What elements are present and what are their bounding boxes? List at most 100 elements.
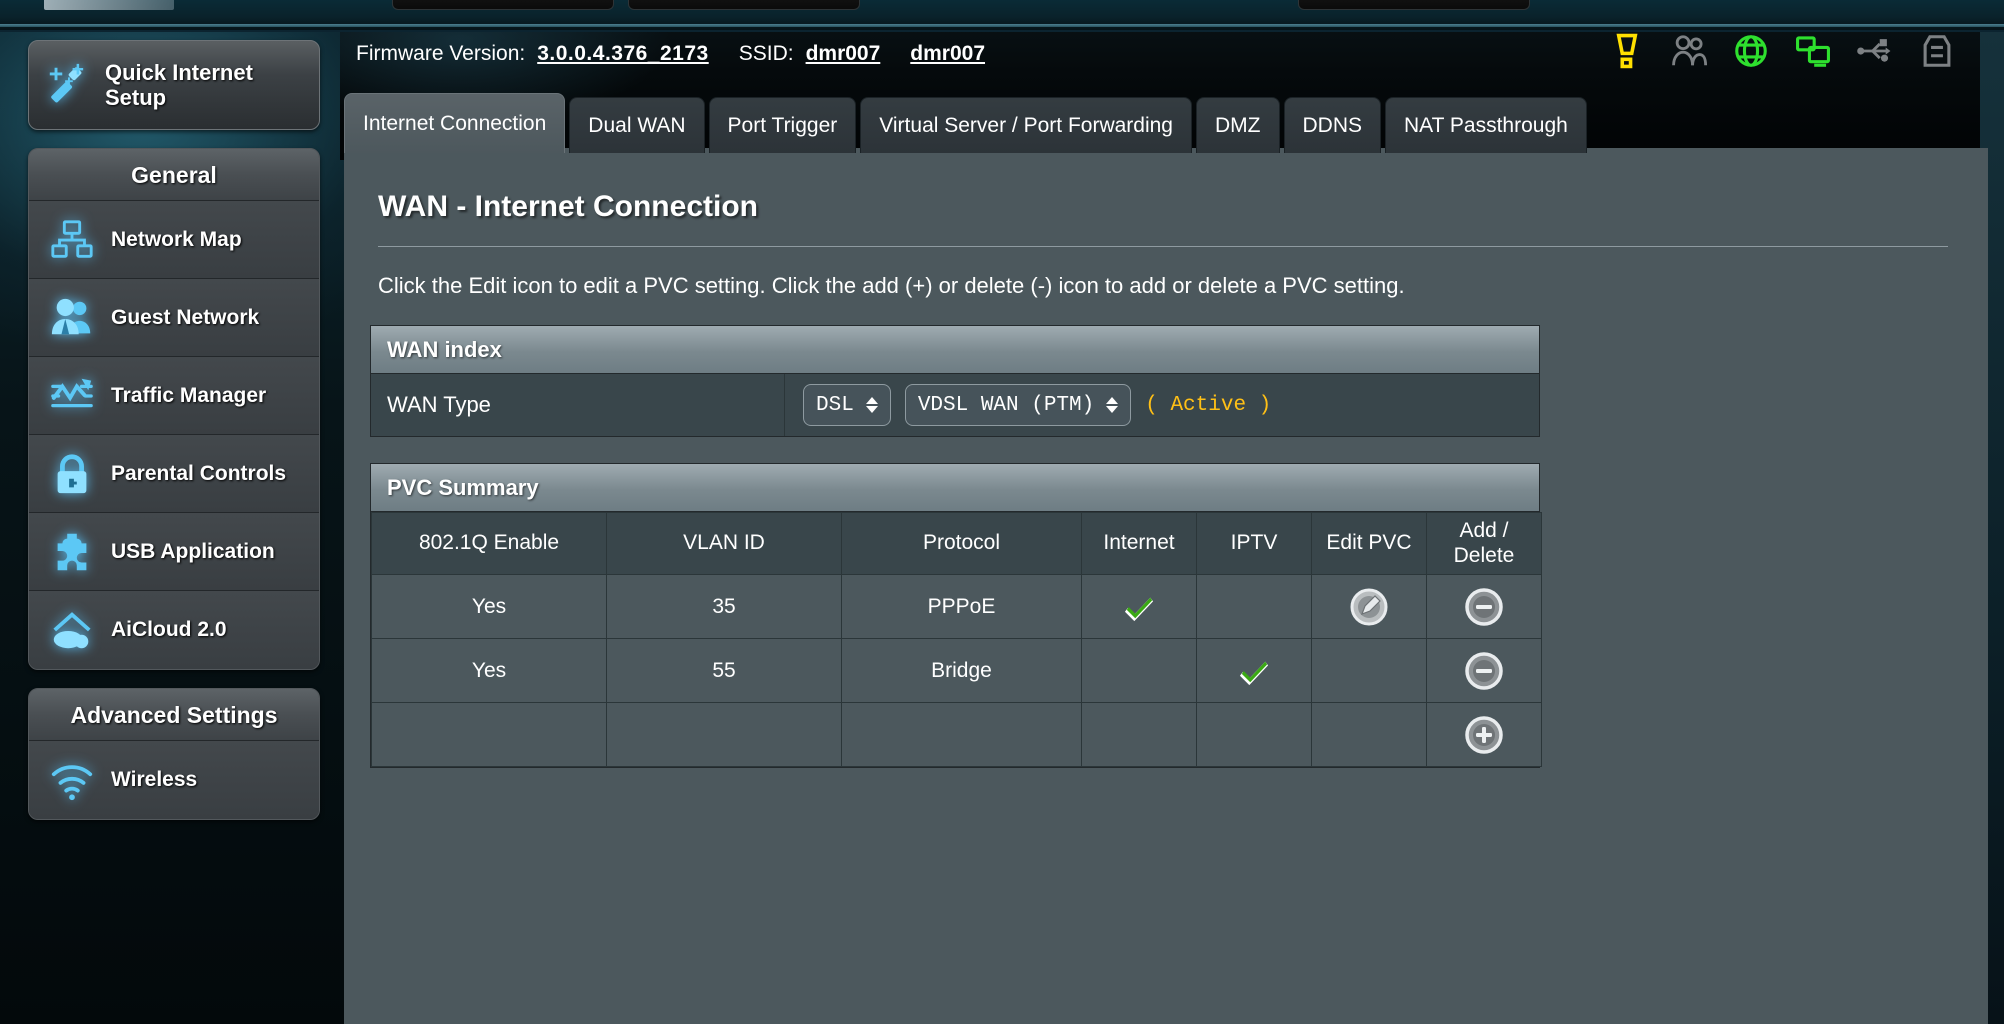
chevron-updown-icon bbox=[865, 397, 878, 413]
sidebar-item-usb-application[interactable]: USB Application bbox=[29, 513, 319, 591]
pvc-summary-section-title: PVC Summary bbox=[371, 464, 1539, 512]
status-icon-bar bbox=[1608, 32, 1956, 70]
cell-vlan-id bbox=[606, 702, 842, 767]
cell-internet bbox=[1081, 574, 1197, 639]
network-map-icon bbox=[51, 219, 93, 258]
sidebar-item-label: USB Application bbox=[111, 539, 275, 563]
padlock-icon bbox=[57, 453, 87, 493]
cell-iptv bbox=[1196, 638, 1312, 703]
top-accent-line bbox=[0, 24, 2004, 27]
sidebar-item-aicloud[interactable]: AiCloud 2.0 bbox=[29, 591, 319, 669]
tab-dual-wan[interactable]: Dual WAN bbox=[569, 97, 705, 153]
tab-ddns[interactable]: DDNS bbox=[1283, 97, 1382, 153]
printer-icon[interactable] bbox=[1918, 32, 1956, 70]
check-icon bbox=[1124, 597, 1154, 621]
pvc-table: 802.1Q Enable VLAN ID Protocol Internet … bbox=[371, 512, 1542, 767]
sidebar: Quick Internet Setup General Network Map bbox=[28, 40, 320, 820]
brand-logo-partial bbox=[44, 0, 174, 10]
sidebar-item-guest-network[interactable]: Guest Network bbox=[29, 279, 319, 357]
usb-icon[interactable] bbox=[1856, 32, 1894, 70]
sidebar-item-label: Guest Network bbox=[111, 305, 260, 329]
page-title: WAN - Internet Connection bbox=[378, 190, 758, 223]
main-content-panel: WAN - Internet Connection Click the Edit… bbox=[344, 148, 1988, 1024]
cell-8021q bbox=[371, 702, 607, 767]
clients-icon[interactable] bbox=[1794, 32, 1832, 70]
cell-protocol: Bridge bbox=[841, 638, 1082, 703]
pvc-table-body: Yes 35 PPPoE Yes 55 Bridge bbox=[371, 574, 1542, 767]
sidebar-group-advanced: Advanced Settings Wireless bbox=[28, 688, 320, 820]
tab-virtual-server-port-forwarding[interactable]: Virtual Server / Port Forwarding bbox=[860, 97, 1192, 153]
delete-pvc-icon[interactable] bbox=[1464, 651, 1504, 691]
column-header-add-delete: Add / Delete bbox=[1426, 512, 1542, 575]
ssid-value-5ghz[interactable]: dmr007 bbox=[910, 42, 985, 66]
magic-wand-icon bbox=[49, 63, 84, 103]
wan-mode-select-value: VDSL WAN (PTM) bbox=[917, 393, 1095, 417]
router-admin-page: Quick Internet Setup General Network Map bbox=[0, 0, 2004, 1024]
traffic-chart-icon bbox=[51, 378, 93, 407]
quick-internet-setup-label: Quick Internet Setup bbox=[105, 59, 253, 110]
cell-vlan-id: 35 bbox=[606, 574, 842, 639]
sidebar-item-label: Parental Controls bbox=[111, 461, 287, 485]
sidebar-group-advanced-title: Advanced Settings bbox=[29, 689, 319, 741]
sidebar-item-parental-controls[interactable]: Parental Controls bbox=[29, 435, 319, 513]
header-box-1-partial bbox=[392, 0, 614, 10]
delete-pvc-icon[interactable] bbox=[1464, 587, 1504, 627]
wan-type-label: WAN Type bbox=[371, 374, 785, 436]
wan-type-select-value: DSL bbox=[816, 393, 854, 417]
check-icon bbox=[1239, 661, 1269, 685]
wan-index-section-title: WAN index bbox=[371, 326, 1539, 374]
add-pvc-icon[interactable] bbox=[1464, 715, 1504, 755]
internet-globe-icon[interactable] bbox=[1732, 32, 1770, 70]
cell-edit-pvc bbox=[1311, 638, 1427, 703]
firmware-version-value[interactable]: 3.0.0.4.376_2173 bbox=[537, 42, 709, 66]
header-box-3-partial bbox=[1298, 0, 1530, 10]
sidebar-item-label: Wireless bbox=[111, 768, 198, 791]
cell-add-delete[interactable] bbox=[1426, 702, 1542, 767]
tab-port-trigger[interactable]: Port Trigger bbox=[708, 97, 857, 153]
wifi-icon bbox=[51, 765, 93, 801]
cell-add-delete[interactable] bbox=[1426, 638, 1542, 703]
cloud-house-icon bbox=[53, 612, 91, 649]
sidebar-group-general: General Network Map Guest Network Traffi… bbox=[28, 148, 320, 670]
ssid-value-2ghz[interactable]: dmr007 bbox=[806, 42, 881, 66]
guest-users-icon bbox=[51, 298, 91, 334]
ssid-label: SSID: bbox=[738, 42, 794, 65]
alert-icon[interactable] bbox=[1608, 32, 1646, 70]
sidebar-item-quick-internet-setup[interactable]: Quick Internet Setup bbox=[28, 40, 320, 130]
column-header-internet: Internet bbox=[1081, 512, 1197, 575]
column-header-protocol: Protocol bbox=[841, 512, 1082, 575]
cell-edit-pvc[interactable] bbox=[1311, 574, 1427, 639]
page-description: Click the Edit icon to edit a PVC settin… bbox=[378, 273, 1405, 298]
pvc-summary-table: PVC Summary 802.1Q Enable VLAN ID Protoc… bbox=[370, 463, 1542, 768]
tab-dmz[interactable]: DMZ bbox=[1196, 97, 1280, 153]
wan-type-select[interactable]: DSL bbox=[803, 384, 891, 426]
sidebar-item-wireless[interactable]: Wireless bbox=[29, 741, 319, 819]
sidebar-item-traffic-manager[interactable]: Traffic Manager bbox=[29, 357, 319, 435]
chevron-updown-icon bbox=[1106, 397, 1119, 413]
guest-network-icon[interactable] bbox=[1670, 32, 1708, 70]
puzzle-piece-icon bbox=[57, 533, 87, 570]
sidebar-item-label: AiCloud 2.0 bbox=[111, 618, 227, 641]
wan-type-controls: DSL VDSL WAN (PTM) ( Active ) bbox=[785, 374, 1539, 436]
sidebar-item-network-map[interactable]: Network Map bbox=[29, 201, 319, 279]
column-header-vlan-id: VLAN ID bbox=[606, 512, 842, 575]
edit-pvc-icon[interactable] bbox=[1349, 587, 1389, 627]
column-header-edit-pvc: Edit PVC bbox=[1311, 512, 1427, 575]
firmware-label: Firmware Version: bbox=[356, 42, 526, 65]
wan-active-status: ( Active ) bbox=[1145, 393, 1272, 417]
cell-protocol bbox=[841, 702, 1082, 767]
tab-nat-passthrough[interactable]: NAT Passthrough bbox=[1385, 97, 1587, 153]
column-header-iptv: IPTV bbox=[1196, 512, 1312, 575]
cell-8021q: Yes bbox=[371, 574, 607, 639]
table-row: Yes 35 PPPoE bbox=[371, 574, 1542, 639]
wan-type-row: WAN Type DSL VDSL WAN (PTM) ( Active ) bbox=[371, 374, 1539, 436]
table-row: Yes 55 Bridge bbox=[371, 638, 1542, 703]
cell-iptv bbox=[1196, 702, 1312, 767]
cell-vlan-id: 55 bbox=[606, 638, 842, 703]
cell-internet bbox=[1081, 702, 1197, 767]
pvc-table-header-row: 802.1Q Enable VLAN ID Protocol Internet … bbox=[371, 512, 1542, 575]
wan-mode-select[interactable]: VDSL WAN (PTM) bbox=[904, 384, 1132, 426]
cell-add-delete[interactable] bbox=[1426, 574, 1542, 639]
cell-8021q: Yes bbox=[371, 638, 607, 703]
tab-internet-connection[interactable]: Internet Connection bbox=[344, 93, 566, 153]
